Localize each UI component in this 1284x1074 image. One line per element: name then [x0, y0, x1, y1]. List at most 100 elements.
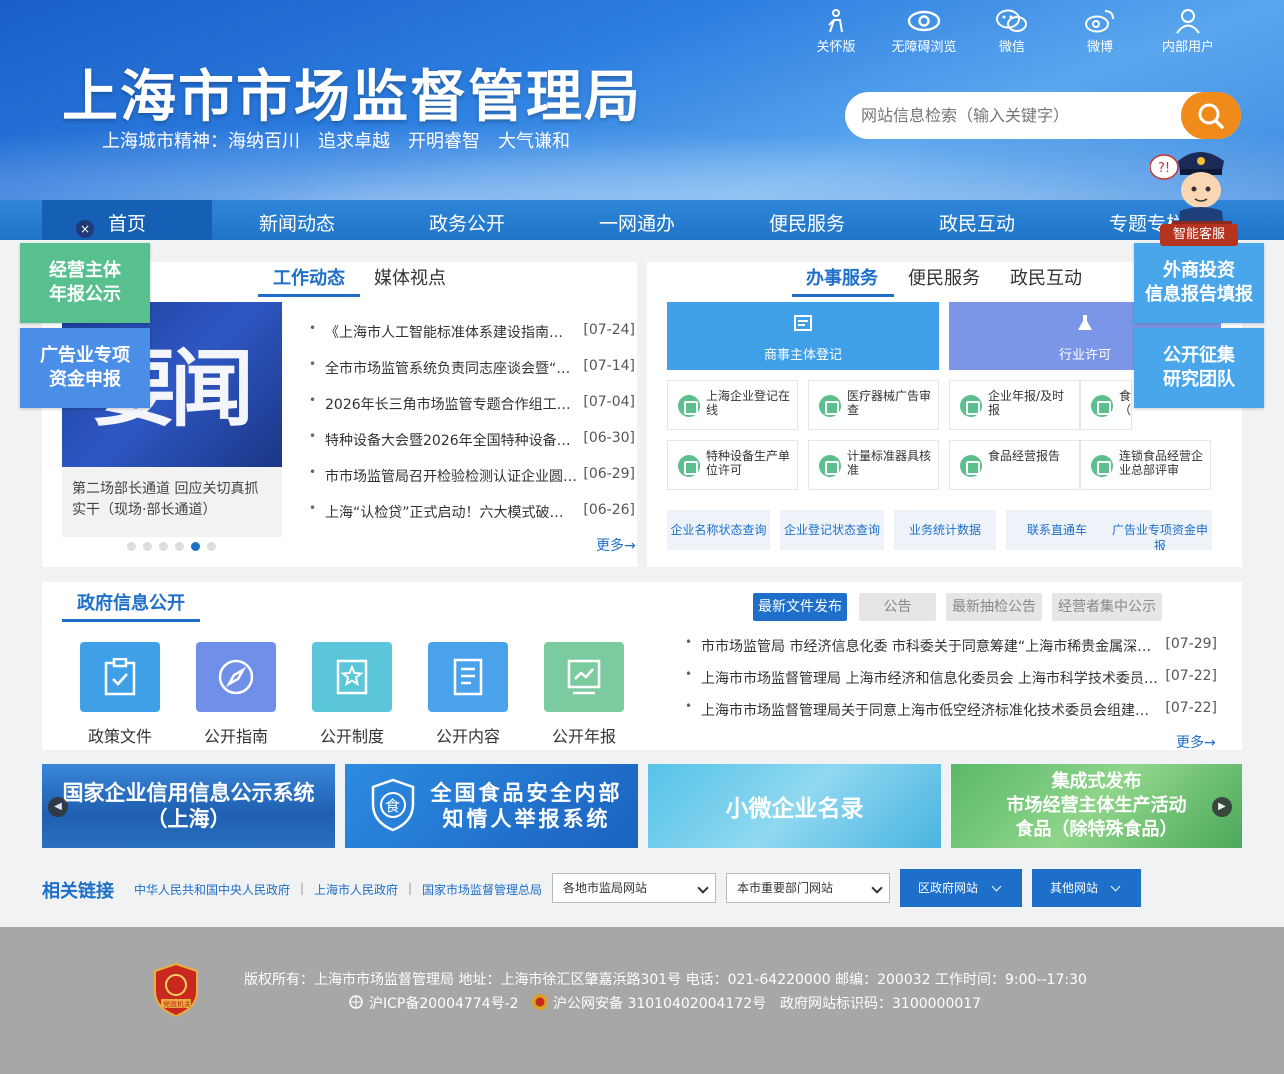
list-item[interactable]: 上海“认检贷”正式启动！六大模式破解检验检测机构融资难题[06-26] — [309, 494, 635, 530]
check-icon — [678, 395, 700, 417]
service-item[interactable]: 食品经营报告 — [949, 440, 1080, 490]
food-icon — [1091, 395, 1113, 417]
main-nav: 首页 新闻动态 政务公开 一网通办 便民服务 政民互动 专题专栏 — [0, 200, 1284, 240]
subtab-inspection[interactable]: 最新抽检公告 — [946, 593, 1042, 621]
carousel-dot[interactable] — [207, 542, 216, 551]
search-input[interactable] — [845, 92, 1185, 139]
tab-work-news[interactable]: 工作动态 — [273, 264, 345, 290]
footer-site-code: 政府网站标识码：3100000017 — [780, 996, 982, 1012]
carousel-dot[interactable] — [127, 542, 136, 551]
subtab-concentration[interactable]: 经营者集中公示 — [1052, 593, 1162, 621]
service-item[interactable]: 食品生产许可（特殊食品） — [1080, 380, 1132, 430]
float-ad-fund[interactable]: 广告业专项 资金申报 — [20, 328, 150, 408]
nav-public-service[interactable]: 便民服务 — [722, 200, 892, 240]
service-item[interactable]: 连锁食品经营企业总部评审 — [1080, 440, 1211, 490]
service-item[interactable]: 企业年报/及时报 — [949, 380, 1080, 430]
link-ad-fund[interactable]: 广告业专项资金申报 — [1108, 510, 1212, 550]
banner-credit-system[interactable]: 国家企业信用信息公示系统 （上海） — [42, 764, 335, 848]
ad-icon — [819, 395, 841, 417]
nav-news[interactable]: 新闻动态 — [212, 200, 382, 240]
banner-integrated-release[interactable]: 集成式发布 市场经营主体生产活动 食品（除特殊食品） — [951, 764, 1242, 848]
tool-accessibility[interactable]: 无障碍浏览 — [880, 8, 968, 55]
tab-services[interactable]: 办事服务 — [806, 264, 878, 290]
close-float-button[interactable]: × — [76, 220, 94, 238]
float-research-team[interactable]: 公开征集 研究团队 — [1134, 328, 1264, 408]
clipboard-check-icon[interactable] — [80, 642, 160, 712]
carousel-dot-active[interactable] — [191, 542, 200, 551]
list-item[interactable]: 特种设备大会暨2026年全国特种设备安全宣传活动启动[06-30] — [309, 422, 635, 458]
link-central-gov[interactable]: 中华人民共和国中央人民政府 — [134, 881, 290, 898]
list-item[interactable]: 上海市市场监督管理局 上海市经济和信息化委员会 上海市科学技术委员会关于印发通知… — [685, 660, 1217, 692]
nav-home[interactable]: 首页 — [42, 200, 212, 240]
nav-one-stop[interactable]: 一网通办 — [552, 200, 722, 240]
star-doc-icon[interactable] — [312, 642, 392, 712]
tool-wechat[interactable]: 微信 — [968, 8, 1056, 55]
carousel-dot[interactable] — [143, 542, 152, 551]
link-statistics[interactable]: 业务统计数据 — [894, 510, 996, 550]
tool-internal-user[interactable]: 内部用户 — [1144, 8, 1232, 55]
banner-next-arrow[interactable]: ▶ — [1212, 797, 1232, 817]
compass-icon[interactable] — [196, 642, 276, 712]
document-icon[interactable] — [428, 642, 508, 712]
link-direct-contact[interactable]: 联系直通车 — [1006, 510, 1108, 550]
service-item[interactable]: 上海企业登记在线 — [667, 380, 798, 430]
service-item[interactable]: 医疗器械广告审查 — [808, 380, 939, 430]
news-more-link[interactable]: 更多→ — [596, 535, 636, 555]
weibo-icon — [1085, 10, 1114, 33]
service-business-registration[interactable]: 商事主体登记 — [667, 302, 939, 370]
list-item[interactable]: 市市场监管局 市经济信息化委 市科委关于同意筹建“上海市稀贵金属深加工标准化技术… — [685, 628, 1217, 660]
info-label[interactable]: 政策文件 — [80, 723, 160, 747]
list-item[interactable]: 上海市市场监督管理局关于同意上海市低空经济标准化技术委员会组建的批复[07-22… — [685, 692, 1217, 724]
list-item[interactable]: 市市场监管局召开检验检测认证企业圆桌会议[06-29] — [309, 458, 635, 494]
select-city-departments[interactable]: 本市重要部门网站 — [726, 873, 890, 903]
float-foreign-invest[interactable]: 外商投资 信息报告填报 — [1134, 243, 1264, 323]
link-name-query[interactable]: 企业名称状态查询 — [667, 510, 770, 550]
tab-underline — [792, 294, 894, 297]
service-label: 商事主体登记 — [763, 348, 842, 363]
list-item[interactable]: 《上海市人工智能标准体系建设指南（2025版）》发布[07-24] — [309, 314, 635, 350]
footer: 党政机关 版权所有：上海市市场监督管理局 地址：上海市徐汇区肇嘉浜路301号 电… — [0, 927, 1284, 1074]
eye-icon — [907, 10, 941, 32]
carousel-dot[interactable] — [159, 542, 168, 551]
chart-report-icon[interactable] — [544, 642, 624, 712]
tool-label: 微信 — [998, 40, 1025, 55]
list-item[interactable]: 2026年长三角市场监管专题合作组工作会议召开[07-04] — [309, 386, 635, 422]
nav-interaction[interactable]: 政民互动 — [892, 200, 1062, 240]
tool-elder-care[interactable]: 关怀版 — [792, 8, 880, 55]
tool-weibo[interactable]: 微博 — [1056, 8, 1144, 55]
info-label[interactable]: 公开指南 — [196, 723, 276, 747]
link-shanghai-gov[interactable]: 上海市人民政府 — [314, 881, 398, 898]
user-icon — [1176, 9, 1200, 34]
link-registration-query[interactable]: 企业登记状态查询 — [780, 510, 884, 550]
svg-text:?!: ?! — [1158, 161, 1170, 176]
link-separator: | — [408, 881, 413, 895]
tab-interaction[interactable]: 政民互动 — [1010, 264, 1082, 290]
info-label[interactable]: 公开内容 — [428, 723, 508, 747]
banner-prev-arrow[interactable]: ◀ — [48, 797, 68, 817]
link-samr[interactable]: 国家市场监督管理总局 — [422, 881, 542, 898]
search-button[interactable] — [1181, 92, 1241, 139]
gov-info-more-link[interactable]: 更多→ — [1176, 732, 1216, 752]
service-item[interactable]: 特种设备生产单位许可 — [667, 440, 798, 490]
footer-police-link[interactable]: 沪公网安备 31010402004172号 — [553, 993, 766, 1013]
report-icon — [960, 455, 982, 477]
news-caption[interactable]: 第二场部长通道 回应关切真抓实干（现场·部长通道） — [62, 467, 282, 537]
robot-label[interactable]: 智能客服 — [1160, 224, 1238, 246]
banner-micro-enterprise[interactable]: 小微企业名录 — [648, 764, 941, 848]
footer-icp-link[interactable]: 沪ICP备20004774号-2 — [369, 993, 519, 1013]
tab-media[interactable]: 媒体视点 — [374, 264, 446, 290]
float-annual-report[interactable]: 经营主体 年报公示 — [20, 243, 150, 323]
list-item[interactable]: 全市市场监管系统负责同志座谈会暨“七一”主题党日活动召开[07-14] — [309, 350, 635, 386]
district-gov-button[interactable]: 区政府网站 — [900, 869, 1022, 907]
subtab-latest-docs[interactable]: 最新文件发布 — [753, 593, 847, 621]
select-local-bureaus[interactable]: 各地市监局网站 — [552, 873, 716, 903]
info-label[interactable]: 公开制度 — [312, 723, 392, 747]
party-gov-badge-icon[interactable]: 党政机关 — [153, 963, 199, 1017]
nav-gov-affairs[interactable]: 政务公开 — [382, 200, 552, 240]
info-label[interactable]: 公开年报 — [544, 723, 624, 747]
subtab-announcement[interactable]: 公告 — [859, 593, 936, 621]
tab-convenience[interactable]: 便民服务 — [908, 264, 980, 290]
other-sites-button[interactable]: 其他网站 — [1032, 869, 1141, 907]
service-item[interactable]: 计量标准器具核准 — [808, 440, 939, 490]
carousel-dot[interactable] — [175, 542, 184, 551]
